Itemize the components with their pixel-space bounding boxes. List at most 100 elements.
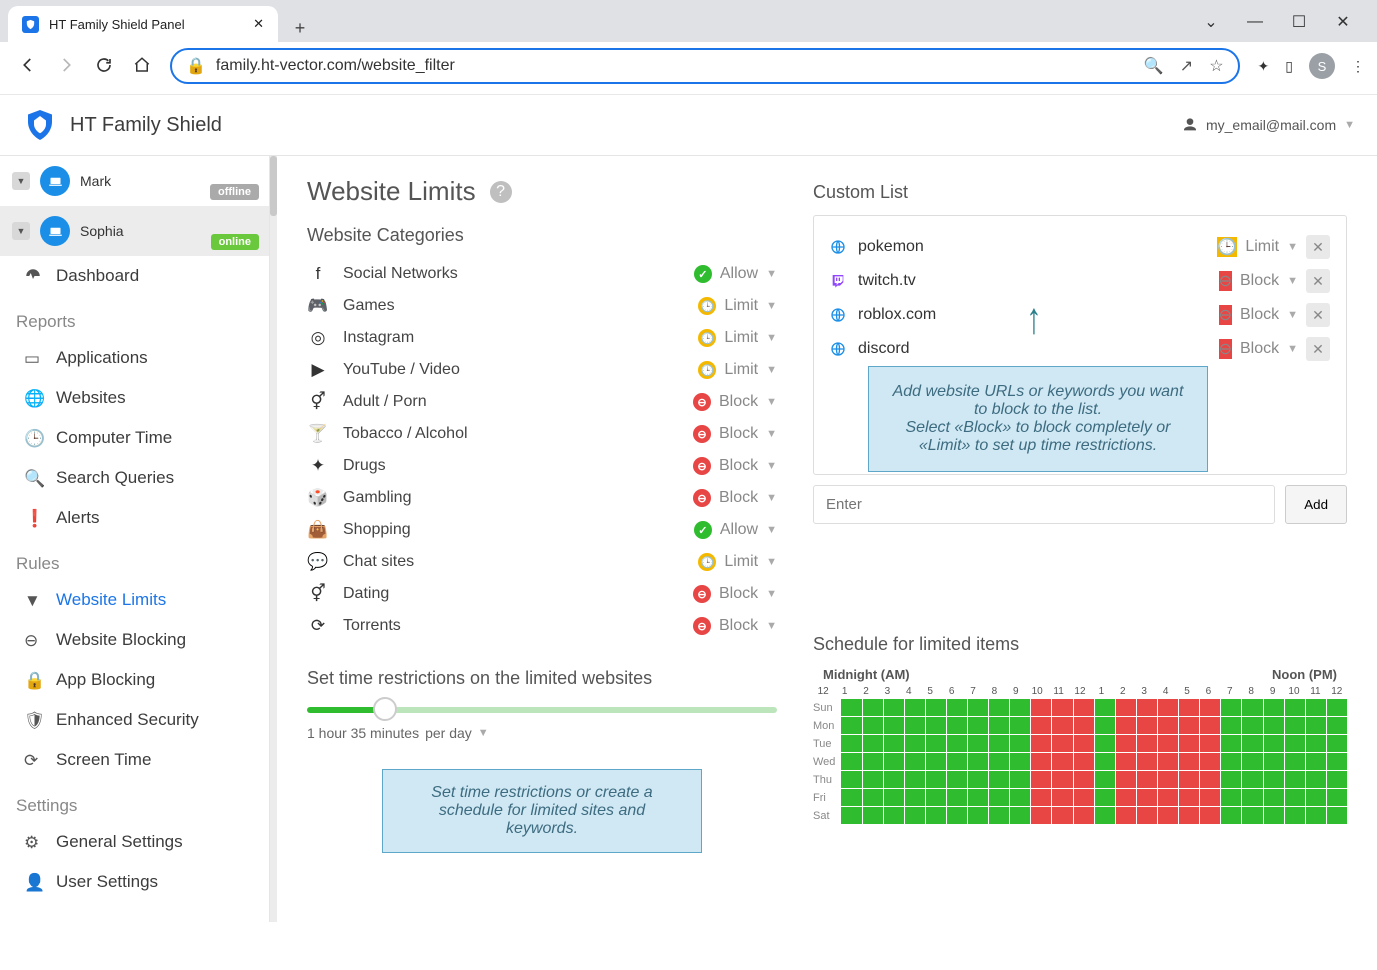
schedule-cell[interactable] [1179,753,1199,770]
schedule-cell[interactable] [926,735,946,752]
schedule-cell[interactable] [1221,699,1241,716]
schedule-cell[interactable] [968,771,988,788]
schedule-cell[interactable] [1264,771,1284,788]
schedule-cell[interactable] [1221,807,1241,824]
schedule-cell[interactable] [968,717,988,734]
schedule-cell[interactable] [1221,753,1241,770]
schedule-cell[interactable] [1052,699,1072,716]
browser-tab[interactable]: HT Family Shield Panel ✕ [8,6,278,42]
category-action-dropdown[interactable]: 🕒 Limit ▼ [698,553,777,571]
chevron-down-icon[interactable]: ▼ [12,222,30,240]
schedule-cell[interactable] [947,789,967,806]
schedule-cell[interactable] [1158,699,1178,716]
schedule-cell[interactable] [1179,699,1199,716]
chevron-down-icon[interactable]: ⌄ [1199,12,1223,32]
category-action-dropdown[interactable]: ⊖ Block ▼ [693,393,777,411]
schedule-cell[interactable] [1221,771,1241,788]
schedule-cell[interactable] [1327,771,1347,788]
schedule-cell[interactable] [1031,735,1051,752]
schedule-cell[interactable] [1306,753,1326,770]
schedule-cell[interactable] [1158,789,1178,806]
sidebar-item-website-limits[interactable]: ▼Website Limits [0,580,269,620]
schedule-cell[interactable] [1010,717,1030,734]
sidebar-item-websites[interactable]: 🌐Websites [0,378,269,418]
schedule-cell[interactable] [1116,735,1136,752]
schedule-cell[interactable] [1306,699,1326,716]
schedule-cell[interactable] [1074,717,1094,734]
delete-button[interactable]: ✕ [1306,337,1330,361]
schedule-cell[interactable] [1221,735,1241,752]
schedule-cell[interactable] [1179,771,1199,788]
account-email-menu[interactable]: my_email@mail.com ▼ [1182,117,1355,133]
help-icon[interactable]: ? [490,181,512,203]
schedule-cell[interactable] [926,771,946,788]
schedule-cell[interactable] [1010,807,1030,824]
schedule-cell[interactable] [1137,807,1157,824]
schedule-cell[interactable] [1095,807,1115,824]
schedule-cell[interactable] [1200,735,1220,752]
schedule-cell[interactable] [1158,753,1178,770]
sidebar-item-website-blocking[interactable]: ⊖Website Blocking [0,620,269,660]
schedule-cell[interactable] [1285,735,1305,752]
time-slider[interactable] [307,707,777,713]
schedule-cell[interactable] [947,807,967,824]
schedule-cell[interactable] [841,717,861,734]
profile-row[interactable]: ▼ Mark offline [0,156,269,206]
time-label[interactable]: 1 hour 35 minutes per day ▼ [307,725,777,741]
schedule-cell[interactable] [1327,735,1347,752]
schedule-cell[interactable] [1031,771,1051,788]
schedule-cell[interactable] [1306,717,1326,734]
panel-icon[interactable]: ▯ [1285,58,1293,75]
maximize-button[interactable]: ☐ [1287,12,1311,32]
bookmark-icon[interactable]: ☆ [1209,56,1223,76]
schedule-cell[interactable] [863,807,883,824]
kebab-menu-icon[interactable]: ⋮ [1351,58,1365,75]
schedule-cell[interactable] [1200,807,1220,824]
schedule-cell[interactable] [841,735,861,752]
schedule-cell[interactable] [1242,735,1262,752]
sidebar-scrollbar[interactable] [270,156,277,922]
schedule-cell[interactable] [1285,807,1305,824]
schedule-cell[interactable] [968,753,988,770]
address-bar[interactable]: 🔒 family.ht-vector.com/website_filter 🔍 … [170,48,1240,84]
category-action-dropdown[interactable]: ⊖ Block ▼ [693,425,777,443]
schedule-cell[interactable] [1327,699,1347,716]
schedule-cell[interactable] [1137,735,1157,752]
chevron-down-icon[interactable]: ▼ [1287,309,1298,321]
back-button[interactable] [18,56,38,77]
schedule-cell[interactable] [1242,717,1262,734]
schedule-cell[interactable] [1137,699,1157,716]
schedule-cell[interactable] [884,753,904,770]
sidebar-dashboard[interactable]: Dashboard [0,256,269,296]
schedule-cell[interactable] [1010,753,1030,770]
schedule-cell[interactable] [1095,699,1115,716]
schedule-cell[interactable] [1116,789,1136,806]
schedule-cell[interactable] [1158,717,1178,734]
schedule-cell[interactable] [1179,807,1199,824]
schedule-grid[interactable] [841,699,1347,825]
schedule-cell[interactable] [1221,789,1241,806]
schedule-cell[interactable] [1285,717,1305,734]
schedule-cell[interactable] [884,771,904,788]
delete-button[interactable]: ✕ [1306,303,1330,327]
schedule-cell[interactable] [1327,753,1347,770]
schedule-cell[interactable] [1179,789,1199,806]
schedule-cell[interactable] [989,735,1009,752]
schedule-cell[interactable] [1200,753,1220,770]
schedule-cell[interactable] [905,717,925,734]
schedule-cell[interactable] [947,735,967,752]
schedule-cell[interactable] [863,735,883,752]
schedule-cell[interactable] [1264,699,1284,716]
schedule-cell[interactable] [947,717,967,734]
schedule-cell[interactable] [905,753,925,770]
schedule-cell[interactable] [989,771,1009,788]
forward-button[interactable] [56,56,76,77]
category-action-dropdown[interactable]: 🕒 Limit ▼ [698,297,777,315]
schedule-cell[interactable] [968,735,988,752]
schedule-cell[interactable] [1242,789,1262,806]
schedule-cell[interactable] [1285,753,1305,770]
category-action-dropdown[interactable]: 🕒 Limit ▼ [698,361,777,379]
schedule-cell[interactable] [1306,807,1326,824]
schedule-cell[interactable] [863,753,883,770]
schedule-cell[interactable] [863,771,883,788]
